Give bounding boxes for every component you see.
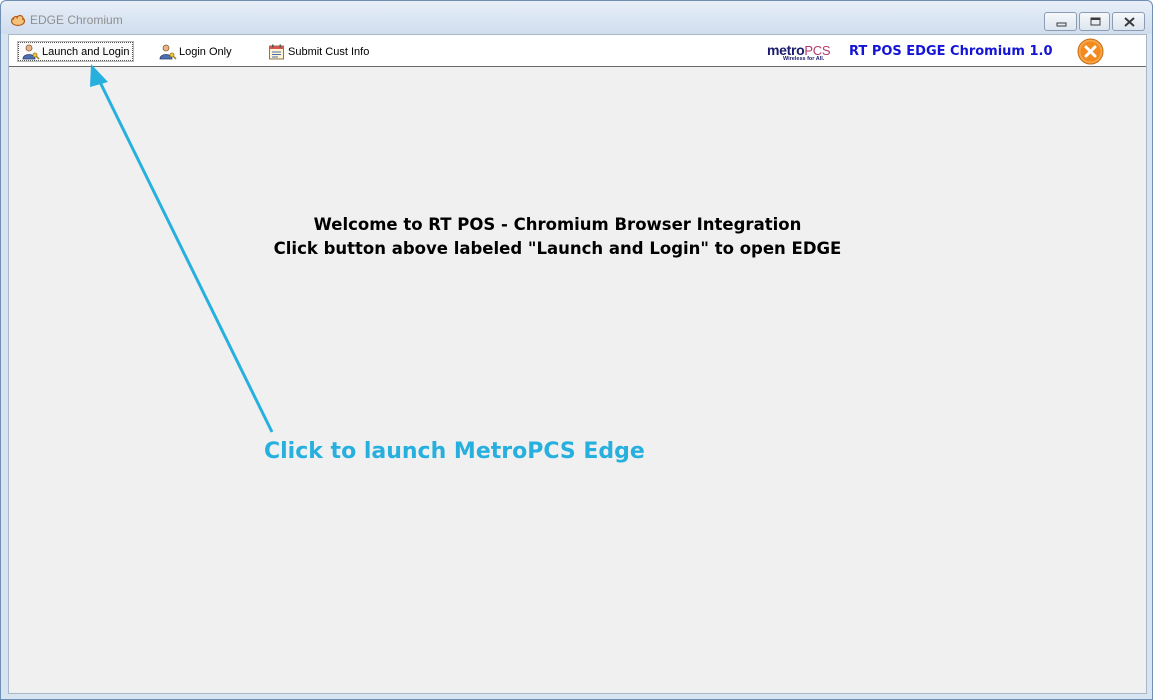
calendar-form-icon bbox=[269, 44, 284, 59]
client-area: Launch and Login Login Only Submit Cust … bbox=[8, 34, 1147, 694]
window-title: EDGE Chromium bbox=[30, 13, 123, 27]
launch-and-login-button[interactable]: Launch and Login bbox=[16, 41, 135, 62]
user-key-icon bbox=[159, 44, 177, 59]
toolbar: Launch and Login Login Only Submit Cust … bbox=[9, 35, 1146, 67]
app-window: EDGE Chromium Launch and Login Login Onl… bbox=[0, 0, 1153, 700]
welcome-message: Welcome to RT POS - Chromium Browser Int… bbox=[9, 213, 1106, 261]
metropcs-logo: metroPCS Wireless for All. bbox=[767, 42, 843, 64]
app-version-label: RT POS EDGE Chromium 1.0 bbox=[849, 44, 1053, 59]
close-icon bbox=[1124, 17, 1135, 27]
close-button[interactable] bbox=[1112, 12, 1145, 31]
annotation-callout-text: Click to launch MetroPCS Edge bbox=[264, 439, 645, 464]
welcome-line-1: Welcome to RT POS - Chromium Browser Int… bbox=[313, 215, 802, 234]
title-bar[interactable]: EDGE Chromium bbox=[1, 1, 1152, 34]
submit-cust-info-label: Submit Cust Info bbox=[288, 45, 370, 58]
login-only-button[interactable]: Login Only bbox=[159, 42, 232, 61]
logo-tagline: Wireless for All. bbox=[783, 56, 825, 62]
welcome-line-2: Click button above labeled "Launch and L… bbox=[273, 239, 842, 258]
restore-button[interactable] bbox=[1079, 12, 1110, 31]
minimize-button[interactable] bbox=[1044, 12, 1077, 31]
minimize-icon bbox=[1056, 22, 1067, 27]
user-key-icon bbox=[22, 44, 40, 59]
submit-cust-info-button[interactable]: Submit Cust Info bbox=[268, 42, 369, 61]
cloud-app-icon bbox=[10, 14, 26, 27]
restore-icon bbox=[1090, 17, 1101, 26]
orange-close-icon[interactable] bbox=[1077, 38, 1104, 65]
login-only-label: Login Only bbox=[179, 45, 232, 58]
launch-and-login-label: Launch and Login bbox=[42, 45, 130, 58]
